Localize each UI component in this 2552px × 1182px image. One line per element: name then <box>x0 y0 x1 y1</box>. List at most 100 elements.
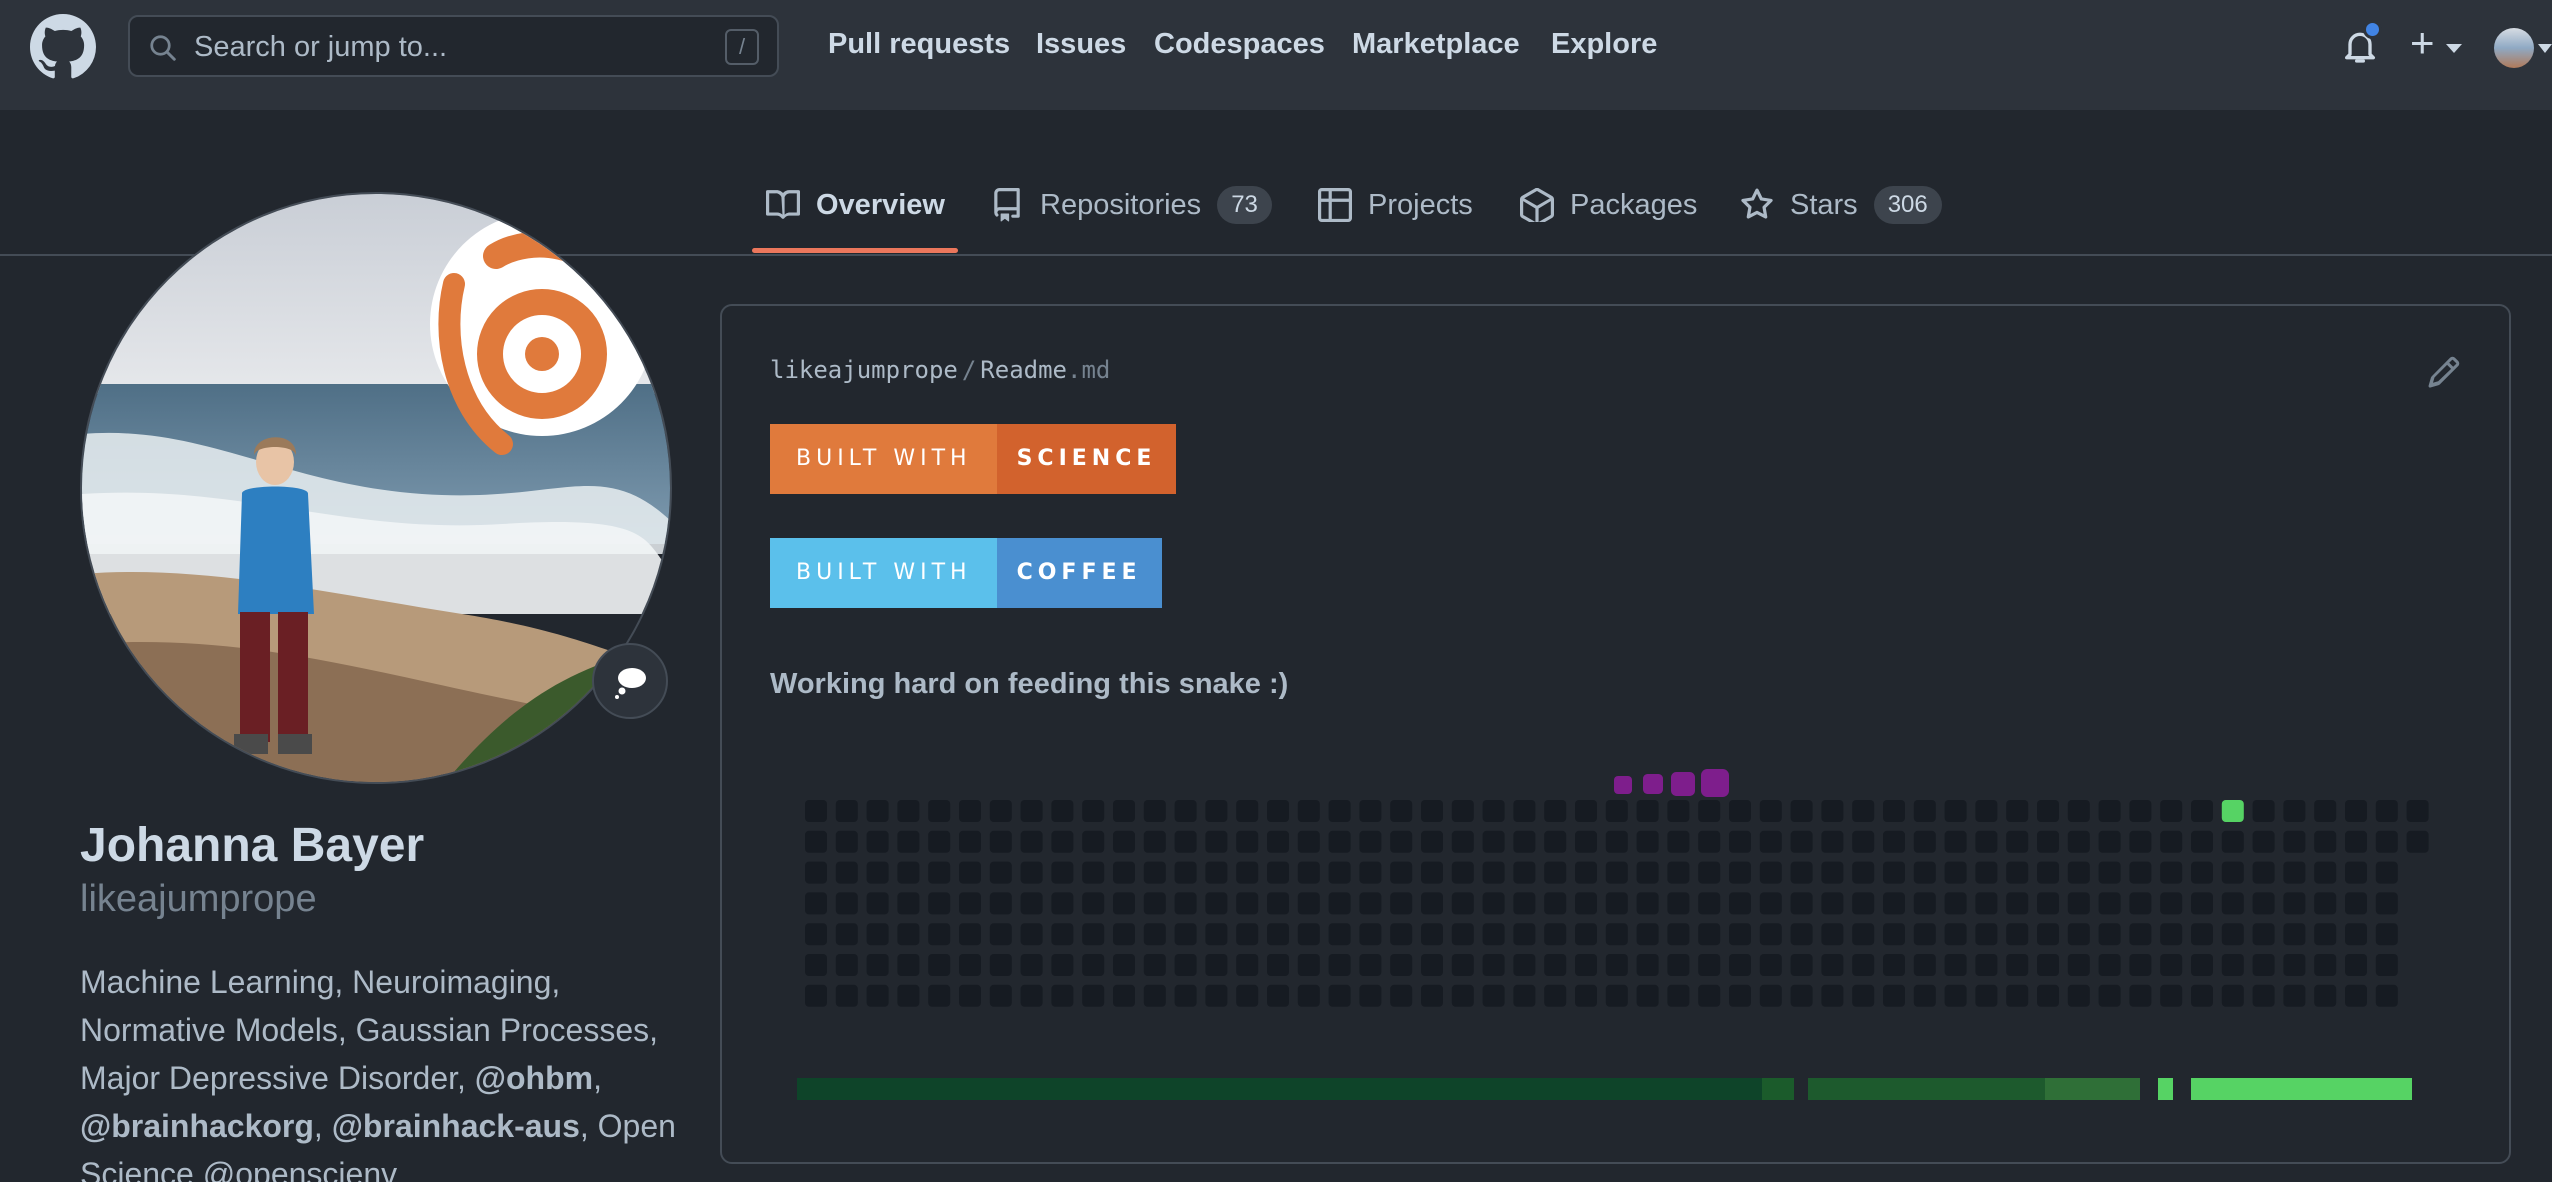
contribution-cell <box>2252 954 2275 976</box>
contribution-cell <box>2221 984 2244 1007</box>
contribution-cell <box>1297 892 1320 915</box>
contribution-cell <box>1113 954 1135 976</box>
readme-file-link[interactable]: Readme <box>980 356 1067 384</box>
contribution-cell <box>1390 984 1413 1007</box>
selected-tab-indicator <box>752 248 958 253</box>
contribution-cell <box>1605 861 1628 884</box>
built-with-science-badge[interactable]: BUILT WITH SCIENCE <box>770 424 1177 494</box>
mention-link[interactable]: @brainhackorg <box>80 1108 314 1144</box>
contribution-cell <box>2129 984 2152 1007</box>
tab-overview[interactable]: Overview <box>766 185 945 225</box>
nav-explore[interactable]: Explore <box>1551 28 1657 61</box>
contribution-cell <box>2283 892 2306 915</box>
contribution-cell <box>897 800 920 822</box>
contribution-cell <box>1174 892 1197 915</box>
contribution-cell <box>1544 954 1567 976</box>
contribution-cell <box>1143 861 1166 884</box>
contribution-cell <box>1544 984 1567 1007</box>
readme-extension: .md <box>1067 356 1111 384</box>
contribution-cell <box>897 923 920 946</box>
contribution-cell <box>835 830 858 853</box>
contribution-cell <box>1821 861 1844 884</box>
contribution-cell <box>1113 984 1135 1007</box>
contribution-cell <box>1359 984 1382 1007</box>
tab-packages[interactable]: Packages <box>1520 185 1697 225</box>
tab-stars[interactable]: Stars 306 <box>1740 185 1942 225</box>
contribution-cell <box>1143 954 1166 976</box>
contribution-cell <box>928 830 951 853</box>
contribution-cell <box>2283 954 2306 976</box>
contribution-cell <box>1852 830 1875 853</box>
search-shortcut-key: / <box>725 29 759 65</box>
mention-link[interactable]: @brainhack-aus <box>332 1108 580 1144</box>
contribution-cell <box>1513 830 1536 853</box>
readme-owner-link[interactable]: likeajumprope <box>770 356 958 384</box>
nav-pull-requests[interactable]: Pull requests <box>828 28 1010 61</box>
tab-label: Repositories <box>1040 188 1202 221</box>
contribution-cell <box>2406 800 2429 822</box>
tab-repositories[interactable]: Repositories 73 <box>990 185 1272 225</box>
contribution-cell <box>1636 800 1659 822</box>
contribution-cell <box>805 800 827 822</box>
snake-segment <box>1614 776 1632 794</box>
contribution-cell <box>1790 892 1813 915</box>
contribution-cell <box>959 861 981 884</box>
contribution-cell <box>2037 800 2059 822</box>
tab-label: Packages <box>1570 188 1698 221</box>
contribution-cell <box>2098 830 2121 853</box>
nav-issues[interactable]: Issues <box>1036 28 1126 61</box>
contribution-cell <box>989 830 1012 853</box>
built-with-coffee-badge[interactable]: BUILT WITH COFFEE <box>770 538 1162 608</box>
contribution-cell <box>1852 861 1875 884</box>
contribution-cell <box>1975 861 1998 884</box>
contribution-cell <box>1113 861 1135 884</box>
search-input[interactable]: Search or jump to... / <box>128 15 779 77</box>
create-new-button[interactable]: + <box>2410 22 2435 64</box>
readme-path: likeajumprope / Readme.md <box>770 356 1110 384</box>
chevron-down-icon[interactable] <box>2446 44 2462 53</box>
contribution-cell <box>897 954 920 976</box>
contribution-cell <box>1605 892 1628 915</box>
contribution-cell <box>1575 892 1597 915</box>
nav-codespaces[interactable]: Codespaces <box>1154 28 1325 61</box>
contribution-cell <box>1913 800 1936 822</box>
contribution-cell <box>1944 954 1967 976</box>
pencil-icon[interactable] <box>2428 356 2460 388</box>
contribution-cell <box>1451 954 1474 976</box>
contribution-cell <box>1328 861 1351 884</box>
contribution-cell <box>1667 923 1690 946</box>
contribution-cell <box>1975 984 1998 1007</box>
contribution-cell <box>2283 984 2306 1007</box>
contribution-cell <box>1759 954 1782 976</box>
contribution-cell <box>959 923 981 946</box>
github-logo-icon[interactable] <box>30 14 96 80</box>
contribution-cell <box>2067 954 2090 976</box>
contribution-cell <box>1051 830 1074 853</box>
set-status-button[interactable] <box>592 643 668 719</box>
book-icon <box>766 190 800 219</box>
contribution-cell <box>928 861 951 884</box>
contribution-cell <box>1236 954 1259 976</box>
profile-avatar[interactable] <box>80 192 672 784</box>
contribution-cell <box>1821 954 1844 976</box>
bio-separator: , <box>593 1060 602 1096</box>
contribution-cell <box>2375 984 2398 1007</box>
contribution-cell <box>2375 954 2398 976</box>
contribution-cell <box>2006 954 2029 976</box>
contribution-cell <box>1390 892 1413 915</box>
contribution-cell <box>835 923 858 946</box>
mention-link[interactable]: @ohbm <box>475 1060 593 1096</box>
nav-marketplace[interactable]: Marketplace <box>1352 28 1520 61</box>
contribution-cell <box>1513 954 1536 976</box>
user-menu-chevron-icon[interactable] <box>2538 44 2552 53</box>
user-menu-avatar[interactable] <box>2494 28 2534 68</box>
contribution-cell <box>2375 923 2398 946</box>
contribution-cell <box>928 892 951 915</box>
contribution-cell <box>2098 892 2121 915</box>
contribution-cell <box>1636 861 1659 884</box>
contribution-cell <box>1575 923 1597 946</box>
contribution-cell <box>1051 923 1074 946</box>
contribution-cell <box>2160 984 2183 1007</box>
contribution-cell <box>1051 861 1074 884</box>
tab-projects[interactable]: Projects <box>1318 185 1473 225</box>
